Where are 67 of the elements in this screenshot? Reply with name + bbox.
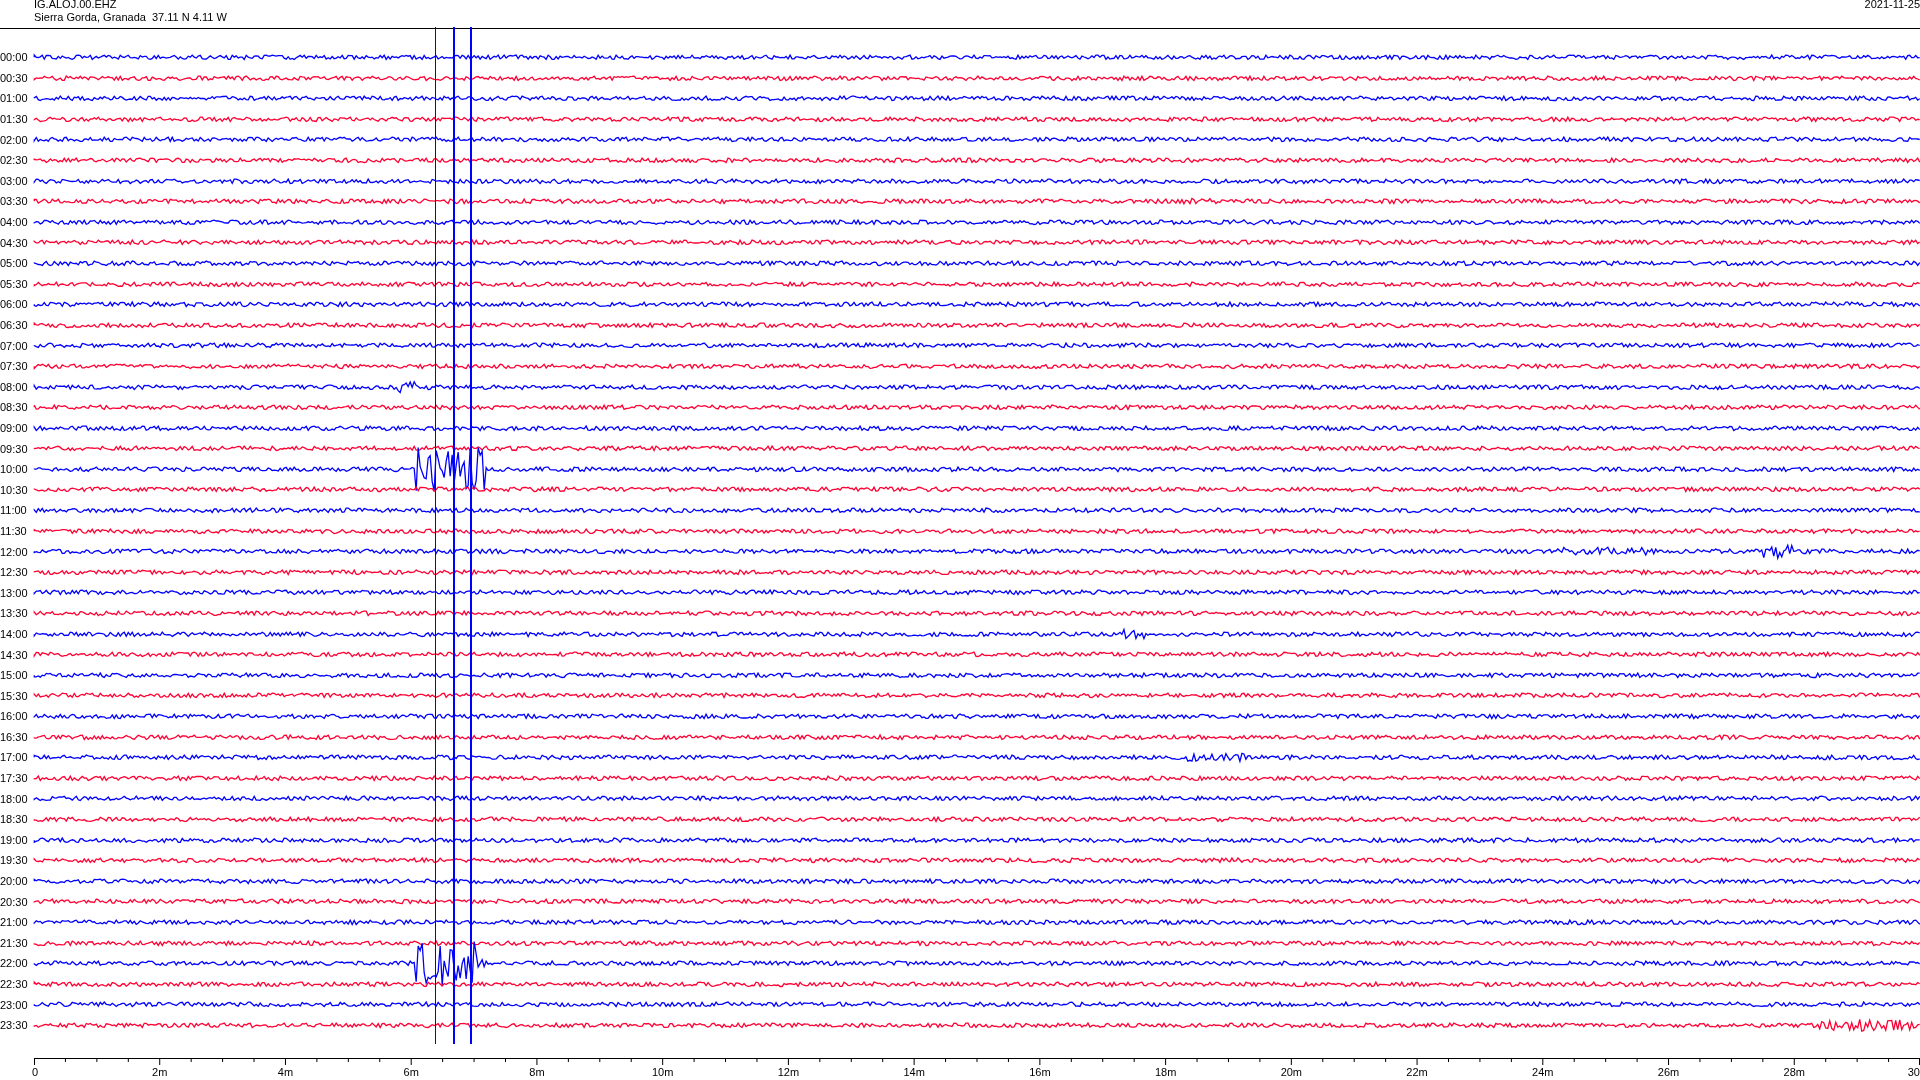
time-label: 15:30: [0, 689, 29, 702]
axis-label: 2m: [152, 1065, 168, 1078]
time-label: 22:00: [0, 957, 29, 970]
time-label: 11:00: [0, 504, 28, 517]
axis-label: 22m: [1406, 1065, 1428, 1078]
time-label: 21:00: [0, 916, 29, 929]
time-label: 00:00: [0, 51, 29, 64]
time-label: 15:00: [0, 669, 29, 682]
time-label: 06:00: [0, 298, 29, 311]
time-label: 08:30: [0, 401, 29, 414]
plot-date: 2021-11-25: [1864, 0, 1920, 12]
time-label: 02:00: [0, 133, 29, 146]
station-code: IG.ALOJ.00.EHZ: [34, 0, 118, 11]
time-label: 20:00: [0, 875, 29, 888]
time-label: 01:00: [0, 92, 29, 105]
time-label: 10:30: [0, 483, 29, 496]
time-label: 06:30: [0, 319, 29, 331]
time-label: 03:00: [0, 174, 29, 187]
time-label: 09:00: [0, 422, 29, 434]
time-label: 09:30: [0, 442, 29, 455]
axis-label: 18m: [1154, 1065, 1177, 1078]
time-label: 13:00: [0, 586, 29, 599]
time-label: 04:30: [0, 236, 29, 249]
station-location: Sierra Gorda, Granada 37.11 N 4.11 W: [34, 11, 227, 24]
time-label: 07:30: [0, 360, 29, 373]
time-label: 23:30: [0, 1019, 29, 1032]
time-label: 21:30: [0, 936, 29, 949]
axis-label: 28m: [1783, 1065, 1805, 1078]
time-label: 08:00: [0, 380, 29, 393]
time-label: 05:00: [0, 257, 29, 270]
axis-label: 14m: [903, 1065, 925, 1078]
time-label: 10:00: [0, 463, 29, 476]
time-label: 05:30: [0, 277, 29, 290]
axis-label: 8m: [529, 1065, 545, 1078]
time-label: 20:30: [0, 895, 29, 908]
time-label: 11:30: [0, 524, 28, 537]
time-label: 13:30: [0, 607, 29, 620]
time-label: 14:00: [0, 627, 29, 640]
time-label: 16:30: [0, 730, 29, 743]
time-label: 17:30: [0, 772, 29, 785]
axis-label: 10m: [651, 1065, 674, 1078]
time-label: 18:00: [0, 792, 29, 805]
axis-label: 12m: [777, 1065, 800, 1078]
time-label: 12:00: [0, 545, 29, 558]
axis-label: 16m: [1029, 1065, 1051, 1078]
time-label: 16:00: [0, 710, 29, 723]
axis-label: 4m: [277, 1065, 294, 1078]
axis-label: 26m: [1657, 1065, 1680, 1078]
time-label: 17:00: [0, 751, 29, 764]
time-label: 19:30: [0, 854, 29, 867]
time-label: 03:30: [0, 195, 29, 208]
axis-label: 6m: [403, 1065, 419, 1078]
time-label: 01:30: [0, 113, 29, 126]
time-label: 02:30: [0, 154, 29, 167]
time-label: 19:00: [0, 833, 29, 846]
time-label: 23:00: [0, 998, 29, 1011]
axis-label: 0: [32, 1065, 39, 1078]
time-label: 14:30: [0, 648, 29, 661]
time-label: 04:00: [0, 216, 29, 229]
time-label: 18:30: [0, 813, 29, 826]
time-label: 07:00: [0, 339, 29, 352]
time-label: 00:30: [0, 71, 29, 84]
axis-label: 24m: [1532, 1065, 1554, 1078]
axis-label: 20m: [1280, 1065, 1303, 1078]
time-label: 22:30: [0, 978, 29, 990]
time-label: 12:30: [0, 566, 29, 579]
axis-label: 30: [1907, 1065, 1920, 1078]
